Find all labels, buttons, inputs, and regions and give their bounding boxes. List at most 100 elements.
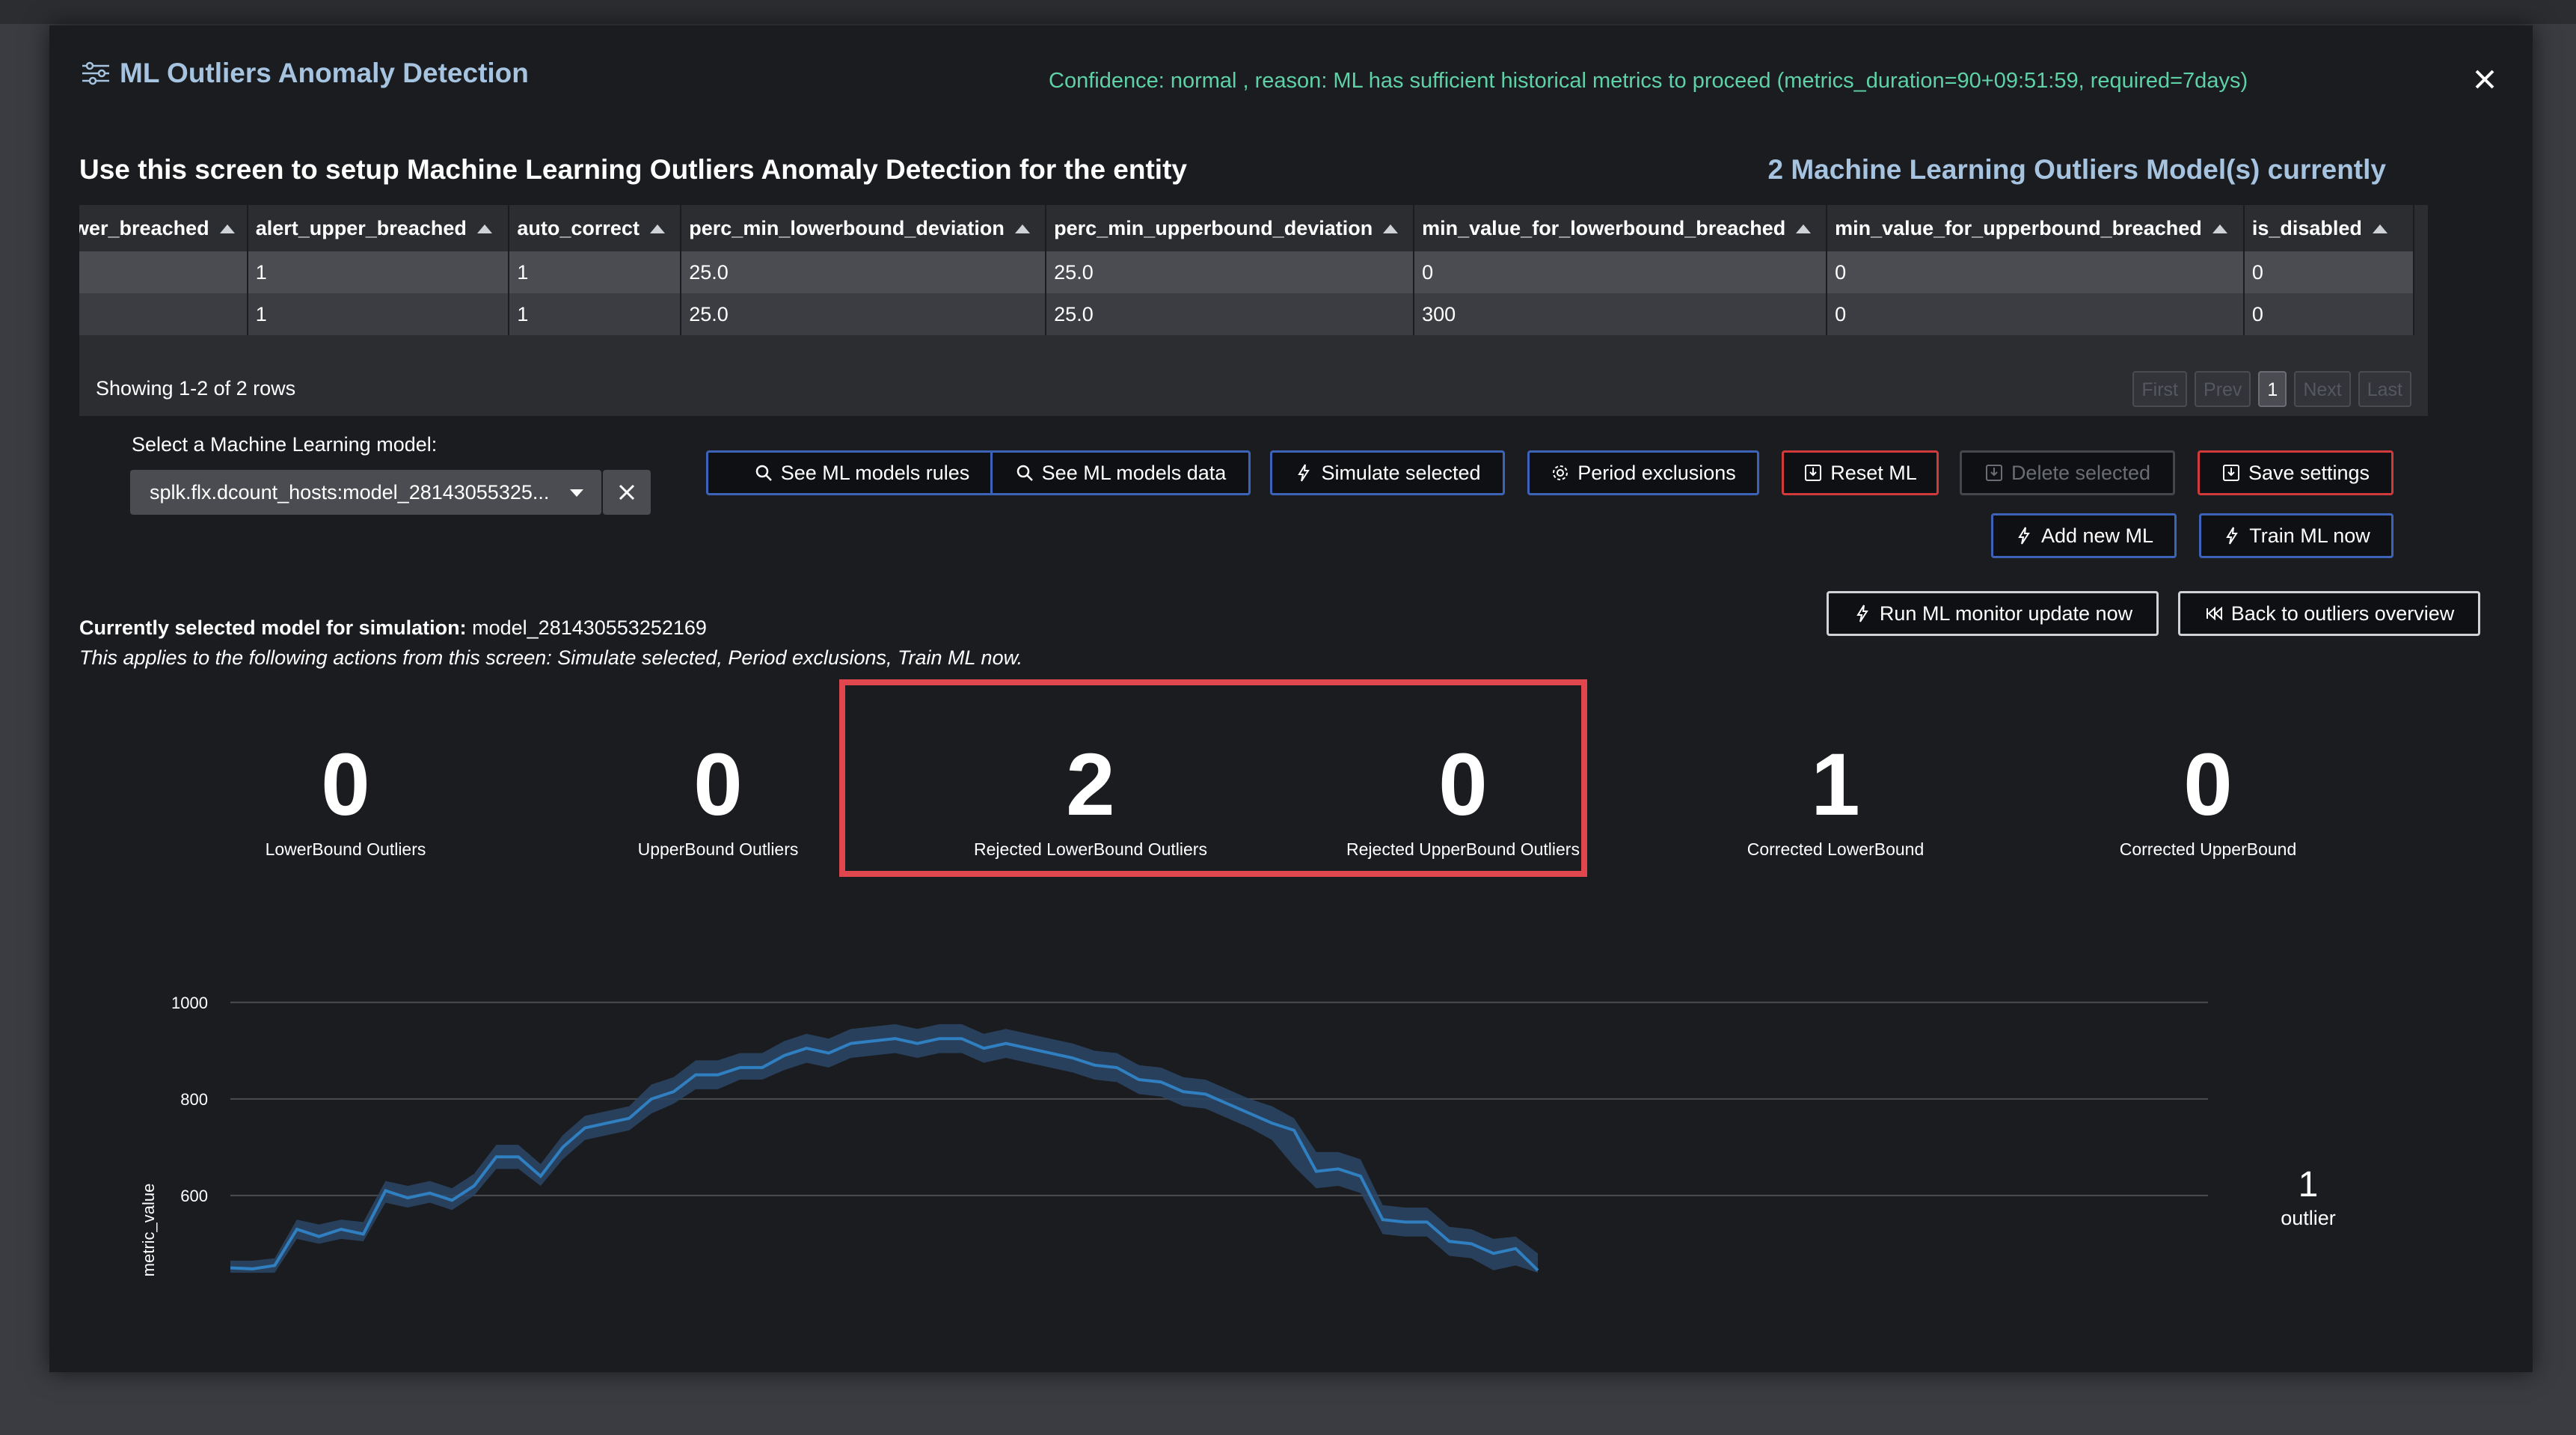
run-ml-monitor-button[interactable]: Run ML monitor update now	[1827, 591, 2159, 636]
table-cell: 0	[1827, 251, 2245, 293]
table-cell: 1	[247, 293, 510, 335]
table-footer: Showing 1-2 of 2 rows First Prev 1 Next …	[79, 361, 2428, 416]
kpi-label: Corrected LowerBound	[1747, 839, 1925, 859]
close-icon	[2475, 70, 2494, 89]
lightning-icon	[2018, 527, 2030, 545]
modal-header: ML Outliers Anomaly Detection Confidence…	[49, 25, 2533, 138]
model-select-value: splk.flx.dcount_hosts:model_28143055325.…	[150, 480, 550, 504]
reset-ml-label: Reset ML	[1830, 461, 1917, 484]
table-cell: 1	[247, 251, 510, 293]
gear-icon	[1553, 465, 1568, 480]
row-count-text: Showing 1-2 of 2 rows	[96, 377, 296, 400]
train-ml-now-button[interactable]: Train ML now	[2199, 513, 2393, 558]
modal-title-group: ML Outliers Anomaly Detection	[79, 57, 529, 90]
page-backdrop	[0, 0, 2576, 24]
y-axis-label: metric_value	[139, 1184, 158, 1277]
search-icon	[1016, 465, 1033, 481]
download-icon	[2222, 465, 2239, 481]
models-table: wer_breached alert_upper_breached auto_c…	[79, 205, 2428, 416]
add-new-ml-button[interactable]: Add new ML	[1991, 513, 2177, 558]
table-cell	[79, 293, 248, 335]
applies-note: This applies to the following actions fr…	[79, 646, 1023, 669]
sort-asc-icon	[476, 224, 492, 234]
table-cell: 0	[1414, 251, 1828, 293]
lightning-icon	[1856, 605, 1868, 622]
see-ml-models-rules-label: See ML models rules	[780, 461, 970, 484]
table-cell: 25.0	[681, 293, 1047, 335]
confidence-band	[230, 1024, 1538, 1273]
table-row[interactable]: 1 1 25.0 25.0 0 0 0	[79, 251, 2415, 293]
table-row[interactable]: 1 1 25.0 25.0 300 0 0	[79, 293, 2415, 335]
models-count: 2 Machine Learning Outliers Model(s) cur…	[1767, 154, 2386, 185]
sort-asc-icon	[219, 224, 235, 234]
download-icon	[1985, 465, 2002, 481]
y-tick-label: 1000	[171, 994, 208, 1012]
back-to-outliers-overview-label: Back to outliers overview	[2230, 602, 2455, 625]
pager-next[interactable]: Next	[2294, 371, 2351, 407]
simulate-selected-button[interactable]: Simulate selected	[1270, 450, 1505, 495]
rewind-icon	[2206, 606, 2222, 621]
lightning-icon	[1298, 464, 1310, 482]
metric-chart-svg: 600 800 1000 metric_value	[139, 994, 2208, 1277]
sort-asc-icon	[2372, 224, 2388, 234]
period-exclusions-button[interactable]: Period exclusions	[1527, 450, 1759, 495]
see-ml-models-data-button[interactable]: See ML models data	[990, 450, 1251, 495]
col-header[interactable]: perc_min_upperbound_deviation	[1046, 205, 1415, 251]
pager-prev[interactable]: Prev	[2195, 371, 2251, 407]
outlier-count-value: 1	[2298, 1165, 2319, 1205]
model-select[interactable]: splk.flx.dcount_hosts:model_28143055325.…	[130, 470, 601, 515]
save-settings-button[interactable]: Save settings	[2198, 450, 2393, 495]
selected-model-value: model_281430553252169	[472, 616, 707, 639]
chevron-down-icon	[570, 489, 583, 497]
see-ml-models-data-label: See ML models data	[1041, 461, 1227, 484]
y-tick-label: 600	[180, 1187, 208, 1205]
kpi-label: LowerBound Outliers	[265, 839, 426, 859]
see-ml-models-rules-button[interactable]: See ML models rules	[706, 450, 1017, 495]
pager-last[interactable]: Last	[2358, 371, 2411, 407]
delete-selected-button[interactable]: Delete selected	[1960, 450, 2175, 495]
kpi-value: 0	[321, 735, 370, 834]
kpi-corrected-upperbound: 0 Corrected UpperBound	[2051, 736, 2365, 860]
pagination: First Prev 1 Next Last	[2132, 371, 2411, 407]
delete-selected-label: Delete selected	[2011, 461, 2151, 484]
pager-page[interactable]: 1	[2258, 371, 2287, 407]
table-cell	[79, 251, 248, 293]
model-select-label: Select a Machine Learning model:	[132, 433, 438, 456]
col-header[interactable]: alert_upper_breached	[247, 205, 510, 251]
ml-outliers-modal: ML Outliers Anomaly Detection Confidence…	[49, 25, 2533, 1372]
outlier-count: 1 outlier	[2241, 1164, 2376, 1230]
close-icon	[619, 484, 635, 501]
table-cell: 25.0	[681, 251, 1047, 293]
col-header[interactable]: min_value_for_lowerbound_breached	[1414, 205, 1828, 251]
table-cell: 0	[2243, 293, 2415, 335]
col-header[interactable]: is_disabled	[2243, 205, 2415, 251]
search-icon	[755, 465, 772, 481]
col-header[interactable]: min_value_for_upperbound_breached	[1827, 205, 2245, 251]
sort-asc-icon	[2212, 224, 2227, 234]
table-cell: 25.0	[1046, 293, 1415, 335]
train-ml-now-label: Train ML now	[2249, 524, 2370, 547]
table-header-row: wer_breached alert_upper_breached auto_c…	[79, 205, 2415, 251]
period-exclusions-label: Period exclusions	[1577, 461, 1736, 484]
back-to-outliers-overview-button[interactable]: Back to outliers overview	[2178, 591, 2480, 636]
kpi-label: Corrected UpperBound	[2119, 839, 2297, 859]
sort-asc-icon	[1796, 224, 1812, 234]
pager-first[interactable]: First	[2132, 371, 2188, 407]
selected-model-line: Currently selected model for simulation:…	[79, 616, 707, 640]
col-header[interactable]: auto_correct	[509, 205, 682, 251]
run-ml-monitor-label: Run ML monitor update now	[1879, 602, 2133, 625]
table-cell: 0	[2243, 251, 2415, 293]
kpi-value: 0	[693, 735, 743, 834]
kpi-label: UpperBound Outliers	[637, 839, 799, 859]
col-header[interactable]: perc_min_lowerbound_deviation	[681, 205, 1047, 251]
close-button[interactable]	[2464, 58, 2506, 100]
simulate-selected-label: Simulate selected	[1321, 461, 1481, 484]
col-header[interactable]: wer_breached	[79, 205, 248, 251]
page-heading: Use this screen to setup Machine Learnin…	[79, 154, 1187, 185]
table-cell: 25.0	[1046, 251, 1415, 293]
reset-ml-button[interactable]: Reset ML	[1782, 450, 1939, 495]
kpi-upperbound-outliers: 0 UpperBound Outliers	[561, 736, 875, 860]
table-cell: 1	[509, 251, 682, 293]
table-cell: 1	[509, 293, 682, 335]
model-select-clear-button[interactable]	[603, 470, 651, 515]
